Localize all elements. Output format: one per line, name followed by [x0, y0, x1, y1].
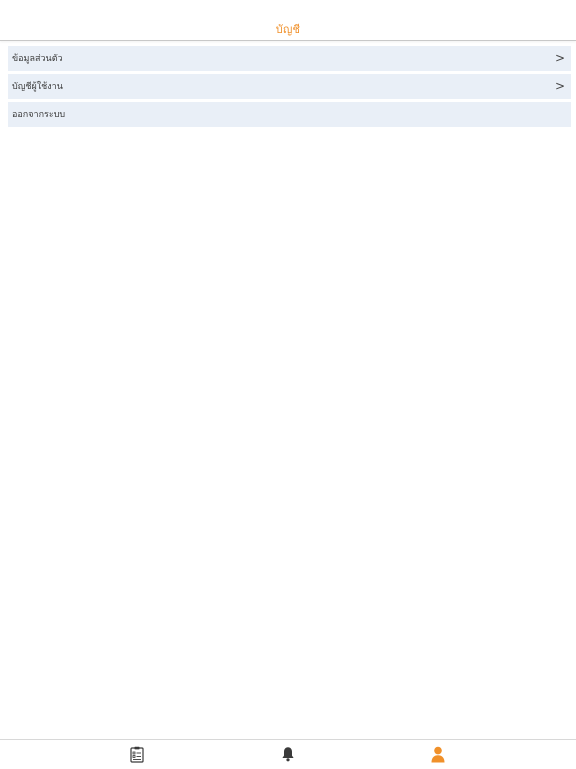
tab-bar [0, 739, 576, 769]
menu-item-label: บัญชีผู้ใช้งาน [12, 82, 63, 92]
menu-item-label: ข้อมูลส่วนตัว [12, 54, 63, 64]
clipboard-icon [130, 746, 144, 763]
menu-item-logout[interactable]: ออกจากระบบ [8, 102, 571, 127]
navigation-bar: บัญชี [0, 0, 576, 41]
account-menu: ข้อมูลส่วนตัว > บัญชีผู้ใช้งาน > ออกจากร… [8, 46, 571, 130]
bell-icon [282, 747, 294, 762]
menu-item-user-account[interactable]: บัญชีผู้ใช้งาน > [8, 74, 571, 99]
tab-account[interactable] [342, 740, 534, 769]
menu-item-personal-info[interactable]: ข้อมูลส่วนตัว > [8, 46, 571, 71]
page-title: บัญชี [275, 23, 301, 36]
chevron-right-icon: > [554, 51, 565, 65]
chevron-right-icon: > [554, 79, 565, 93]
menu-item-label: ออกจากระบบ [12, 110, 66, 120]
user-icon [431, 746, 445, 763]
